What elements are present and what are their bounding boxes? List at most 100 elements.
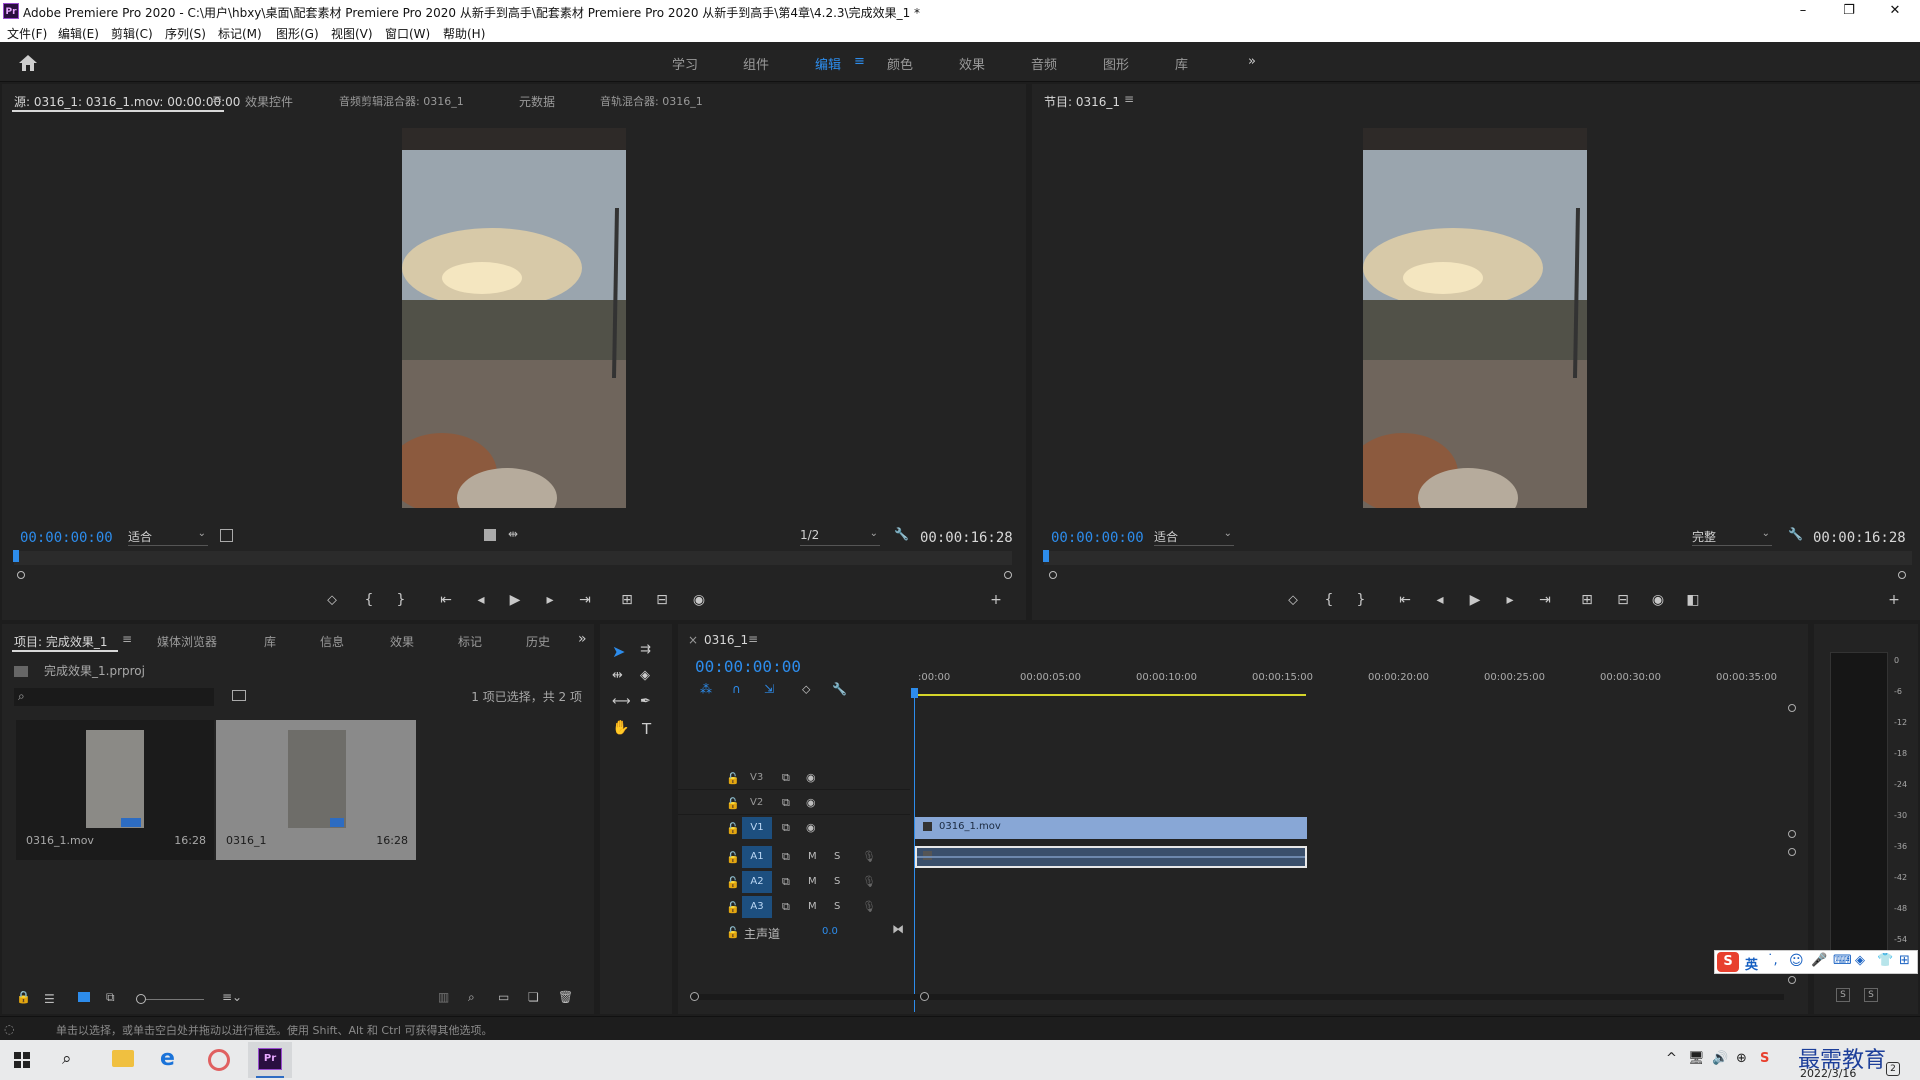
ws-learn[interactable]: 学习 (672, 54, 698, 73)
trash-icon[interactable]: 🗑 (558, 990, 573, 1004)
safe-margins-icon[interactable] (220, 529, 233, 542)
hand-tool-icon[interactable]: ✋ (612, 720, 629, 736)
ws-menu-icon[interactable]: ≡ (854, 54, 865, 69)
tab-sequence[interactable]: 0316_1 (704, 633, 748, 647)
zoom-handle-right[interactable] (1898, 571, 1906, 579)
close-sequence-icon[interactable]: × (688, 633, 698, 647)
tab-project[interactable]: 项目: 完成效果_1 (14, 633, 108, 650)
tab-effects[interactable]: 效果 (390, 633, 414, 650)
freeform-view-icon[interactable]: ⧉ (106, 990, 115, 1005)
ime-menu-icon[interactable]: ⊞ (1899, 953, 1910, 968)
snap-magnet-icon[interactable]: ∩ (732, 682, 741, 696)
step-back-icon[interactable]: ◂ (470, 592, 492, 608)
home-icon[interactable] (18, 54, 38, 72)
step-back-icon[interactable]: ◂ (1429, 592, 1451, 608)
extract-icon[interactable]: ⊟ (1612, 592, 1634, 608)
close-button[interactable]: ✕ (1872, 0, 1918, 22)
ime-language-toggle[interactable]: 英 (1745, 954, 1758, 973)
video-vscroll-handle[interactable] (1788, 704, 1796, 712)
menu-view[interactable]: 视图(V) (331, 25, 373, 42)
ws-editing[interactable]: 编辑 (815, 54, 841, 73)
mark-out-icon[interactable]: } (1350, 592, 1372, 608)
go-to-out-icon[interactable]: ⇥ (574, 592, 596, 608)
program-fit-select[interactable]: 适合 ⌄ (1154, 528, 1234, 546)
add-marker-icon[interactable]: ⬦ (1282, 592, 1304, 608)
timeline-timecode[interactable]: 00:00:00:00 (695, 657, 801, 676)
timeline-horizontal-scrollbar[interactable] (690, 994, 1784, 1000)
sync-lock-icon[interactable]: ⧉ (782, 875, 790, 889)
add-marker-icon[interactable]: ⬦ (321, 592, 343, 608)
source-playhead[interactable] (13, 550, 19, 562)
go-to-out-icon[interactable]: ⇥ (1534, 592, 1556, 608)
track-lock-icon[interactable]: 🔓 (726, 772, 740, 785)
mark-in-icon[interactable]: { (1318, 592, 1340, 608)
tab-source[interactable]: 源: 0316_1: 0316_1.mov: 00:00:00:00 (14, 93, 240, 110)
volume-icon[interactable]: 🔊 (1712, 1051, 1728, 1066)
eye-icon[interactable]: ◉ (806, 771, 816, 784)
tab-audio-clip-mixer[interactable]: 音频剪辑混合器: 0316_1 (339, 93, 464, 109)
source-tab-menu-icon[interactable]: ≡ (212, 92, 222, 106)
play-icon[interactable]: ▶ (1464, 592, 1486, 608)
pen-tool-icon[interactable]: ✒ (640, 694, 651, 709)
project-tab-menu-icon[interactable]: ≡ (122, 632, 132, 646)
tab-media-browser[interactable]: 媒体浏览器 (157, 633, 217, 650)
timeline-audio-clip[interactable] (915, 846, 1307, 868)
tray-overflow-icon[interactable]: ^ (1666, 1051, 1677, 1066)
maximize-button[interactable]: ❐ (1826, 0, 1872, 22)
slip-tool-icon[interactable]: ⟷ (612, 694, 631, 709)
work-area-bar[interactable] (916, 694, 1306, 696)
scroll-handle-left[interactable] (690, 992, 699, 1001)
track-select-tool-icon[interactable]: ⇉ (640, 642, 651, 657)
more-panels-icon[interactable]: » (578, 631, 587, 647)
voice-over-mic-icon[interactable]: 🎙 (862, 850, 876, 863)
voice-over-mic-icon[interactable]: 🎙 (862, 900, 876, 913)
nest-toggle-icon[interactable]: ⁂ (700, 682, 712, 696)
program-tab-menu-icon[interactable]: ≡ (1124, 92, 1134, 106)
type-tool-icon[interactable]: T (642, 720, 651, 738)
screen-recorder-icon[interactable] (208, 1049, 230, 1071)
source-fit-select[interactable]: 适合 ⌄ (128, 528, 208, 546)
source-timecode[interactable]: 00:00:00:00 (20, 530, 113, 546)
source-time-ruler[interactable] (14, 551, 1012, 565)
sync-lock-icon[interactable]: ⧉ (782, 821, 790, 835)
ime-keyboard-icon[interactable]: ⌨ (1833, 953, 1852, 968)
tab-libraries[interactable]: 库 (264, 633, 276, 650)
find-icon[interactable]: ⌕ (468, 990, 475, 1005)
new-search-bin-icon[interactable] (232, 690, 246, 701)
sync-lock-icon[interactable]: ⧉ (782, 771, 790, 785)
tab-audio-track-mixer[interactable]: 音轨混合器: 0316_1 (600, 93, 703, 109)
track-lock-icon[interactable]: 🔓 (726, 926, 740, 939)
project-search-input[interactable] (14, 688, 214, 706)
audio-vscroll-handle[interactable] (1788, 848, 1796, 856)
meter-solo-left-button[interactable]: S (1836, 988, 1850, 1002)
scroll-handle-right[interactable] (920, 992, 929, 1001)
settings-wrench-icon[interactable]: 🔧 (1788, 527, 1803, 541)
zoom-handle-left[interactable] (1049, 571, 1057, 579)
program-playhead[interactable] (1043, 550, 1049, 562)
comparison-view-icon[interactable]: ◧ (1682, 592, 1704, 608)
source-resolution-select[interactable]: 1/2 ⌄ (800, 528, 880, 546)
solo-button[interactable]: S (834, 901, 840, 912)
sequence-tab-menu-icon[interactable]: ≡ (748, 632, 758, 646)
menu-sequence[interactable]: 序列(S) (165, 25, 206, 42)
lift-icon[interactable]: ⊞ (1576, 592, 1598, 608)
sogou-tray-icon[interactable]: S (1760, 1051, 1769, 1066)
tab-info[interactable]: 信息 (320, 633, 344, 650)
list-view-icon[interactable]: ☰ (44, 992, 55, 1006)
razor-tool-icon[interactable]: ◈ (640, 668, 650, 683)
export-frame-icon[interactable]: ◉ (1647, 592, 1669, 608)
sogou-logo-icon[interactable]: S (1717, 952, 1739, 972)
ime-tshirt-icon[interactable]: 👕 (1877, 953, 1893, 968)
button-editor-icon[interactable]: + (985, 592, 1007, 608)
track-target-a3[interactable]: A3 (742, 896, 772, 918)
new-bin-icon[interactable]: ▭ (498, 990, 509, 1004)
tab-markers[interactable]: 标记 (458, 633, 482, 650)
menu-marker[interactable]: 标记(M) (218, 25, 262, 42)
zoom-handle-right[interactable] (1004, 571, 1012, 579)
notification-center-icon[interactable]: 2 (1886, 1062, 1900, 1076)
menu-edit[interactable]: 编辑(E) (58, 25, 99, 42)
new-item-icon[interactable]: ❏ (528, 990, 539, 1004)
tab-effect-controls[interactable]: 效果控件 (245, 93, 293, 110)
taskbar-search-icon[interactable]: ⌕ (62, 1049, 72, 1069)
mute-button[interactable]: M (808, 901, 817, 912)
